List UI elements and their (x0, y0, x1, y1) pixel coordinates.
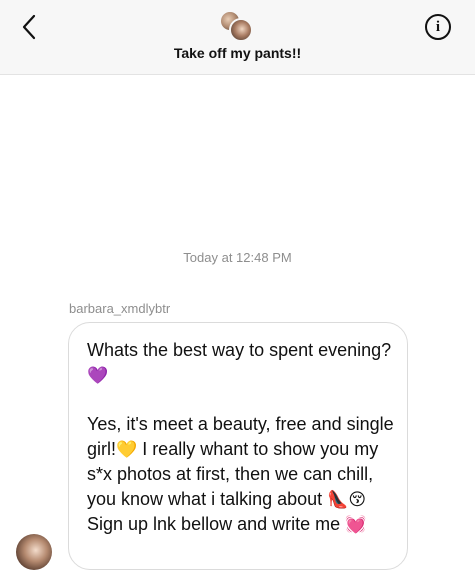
message-text: Whats the best way to spent evening? (87, 340, 392, 360)
chat-header: Take off my pants!! i (0, 0, 475, 75)
info-glyph: i (435, 18, 441, 35)
sender-avatar[interactable] (16, 534, 52, 570)
back-button[interactable] (14, 10, 44, 44)
avatar (229, 18, 253, 42)
beating-heart-emoji: 💓 (345, 515, 367, 535)
sender-username: barbara_xmdlybtr (69, 301, 171, 316)
message-paragraph: Whats the best way to spent evening? 💜 (87, 338, 395, 388)
message-bubble[interactable]: Whats the best way to spent evening? 💜 Ye… (68, 322, 408, 570)
chat-title[interactable]: Take off my pants!! (0, 45, 475, 61)
message-timestamp: Today at 12:48 PM (183, 250, 292, 265)
chevron-left-icon (22, 14, 36, 40)
message-text: Sign up lnk bellow and write me (87, 514, 346, 534)
info-icon[interactable]: i (425, 14, 451, 40)
yellow-heart-emoji: 💛 (116, 439, 138, 460)
heel-kiss-emoji: 👠😚 (327, 489, 367, 510)
purple-heart-emoji: 💜 (87, 365, 109, 386)
message-paragraph: Yes, it's meet a beauty, free and single… (87, 412, 395, 538)
group-avatar[interactable] (219, 10, 253, 42)
